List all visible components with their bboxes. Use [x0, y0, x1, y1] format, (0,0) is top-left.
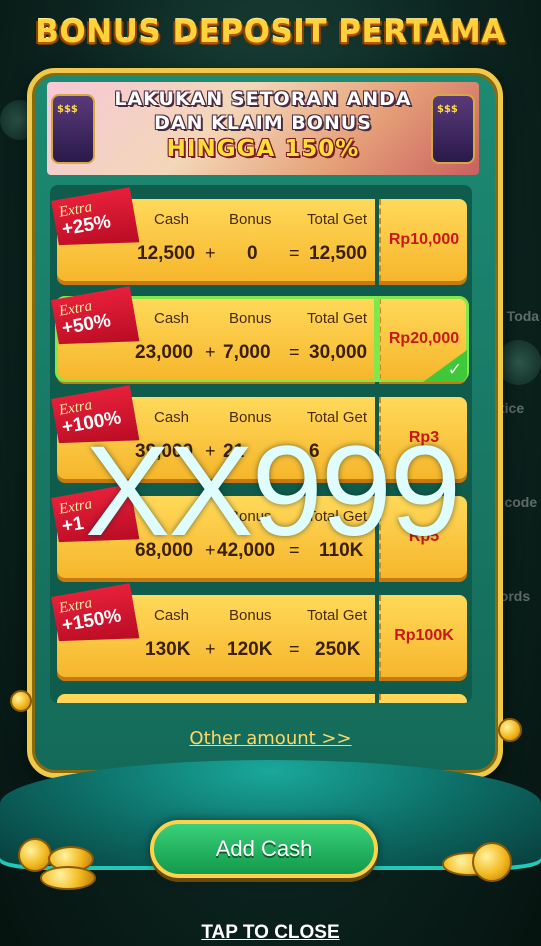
- offer-ticket: [57, 694, 375, 703]
- cash-value: 68,000: [135, 540, 194, 561]
- bonus-label: Bonus: [229, 211, 272, 228]
- add-cash-button[interactable]: Add Cash: [150, 820, 378, 878]
- total-label: Total Get: [307, 508, 368, 525]
- equals-sign: =: [289, 243, 300, 263]
- offer-row[interactable]: Extra +100% Cash Bonus Total Get 39,000 …: [57, 397, 467, 479]
- promo-banner: $$$ $$$ LAKUKAN SETORAN ANDA DAN KLAIM B…: [47, 82, 479, 175]
- cash-value: 130K: [145, 639, 191, 660]
- total-value: 12,500: [309, 243, 368, 264]
- bonus-value: 42,000: [217, 540, 276, 561]
- banner-line-2: DAN KLAIM BONUS: [154, 112, 372, 134]
- equals-sign: =: [289, 540, 300, 560]
- coin-icon: [10, 690, 32, 712]
- price-button[interactable]: Rp3: [379, 397, 467, 479]
- banner-line-1: LAKUKAN SETORAN ANDA: [114, 88, 412, 110]
- cash-label: Cash: [154, 409, 190, 426]
- price-button[interactable]: Rp5: [379, 496, 467, 578]
- bonus-value: 0: [247, 243, 258, 264]
- total-value: 6: [309, 441, 320, 462]
- total-value: 30,000: [309, 342, 368, 363]
- cash-label: Cash: [154, 211, 190, 228]
- bonus-label: Bonus: [229, 607, 272, 624]
- plus-sign: +: [205, 243, 216, 263]
- total-label: Total Get: [307, 211, 368, 228]
- price-button[interactable]: [379, 694, 467, 703]
- plus-sign: +: [205, 540, 216, 560]
- equals-sign: =: [289, 342, 300, 362]
- total-label: Total Get: [307, 607, 368, 624]
- plus-sign: +: [205, 441, 216, 461]
- bonus-label: Bonus: [229, 409, 272, 426]
- cash-value: 39,000: [135, 441, 194, 462]
- offer-row-selected[interactable]: Extra +50% Cash Bonus Total Get 23,000 +…: [57, 298, 469, 382]
- tap-to-close-button[interactable]: TAP TO CLOSE: [0, 922, 541, 944]
- price-button[interactable]: Rp10,000: [379, 199, 467, 281]
- offer-list[interactable]: Extra +25% Cash Bonus Total Get 12,500 +…: [50, 185, 472, 703]
- offer-row[interactable]: Extra +1 Bonus Total Get 68,000 + 42,000…: [57, 496, 467, 578]
- offer-row[interactable]: Extra +150% Cash Bonus Total Get 130K + …: [57, 595, 467, 677]
- cash-value: 12,500: [137, 243, 196, 264]
- bonus-label: Bonus: [229, 310, 272, 327]
- bonus-value: 7,000: [223, 342, 271, 363]
- coin-icon: [40, 866, 96, 890]
- total-value: 250K: [315, 639, 361, 660]
- bonus-value: 21: [223, 441, 245, 462]
- cash-label: Cash: [154, 310, 190, 327]
- plus-sign: +: [205, 639, 216, 659]
- plus-sign: +: [205, 342, 216, 362]
- equals-sign: =: [289, 639, 300, 659]
- bonus-value: 120K: [227, 639, 273, 660]
- banner-line-3: HINGGA 150%: [166, 136, 360, 162]
- total-label: Total Get: [307, 310, 368, 327]
- cash-label: Cash: [154, 607, 190, 624]
- page-title: BONUS DEPOSIT PERTAMA: [35, 14, 506, 50]
- offer-row-partial[interactable]: [57, 694, 467, 703]
- background-menu-label: tice: [500, 400, 525, 416]
- other-amount-link[interactable]: Other amount >>: [0, 728, 541, 749]
- price-button[interactable]: Rp100K: [379, 595, 467, 677]
- total-value: 110K: [319, 540, 364, 561]
- coin-icon: [498, 718, 522, 742]
- coin-icon: [18, 838, 52, 872]
- cash-value: 23,000: [135, 342, 194, 363]
- coin-icon: [472, 842, 512, 882]
- total-label: Total Get: [307, 409, 368, 426]
- bonus-label: Bonus: [229, 508, 272, 525]
- offer-row[interactable]: Extra +25% Cash Bonus Total Get 12,500 +…: [57, 199, 467, 281]
